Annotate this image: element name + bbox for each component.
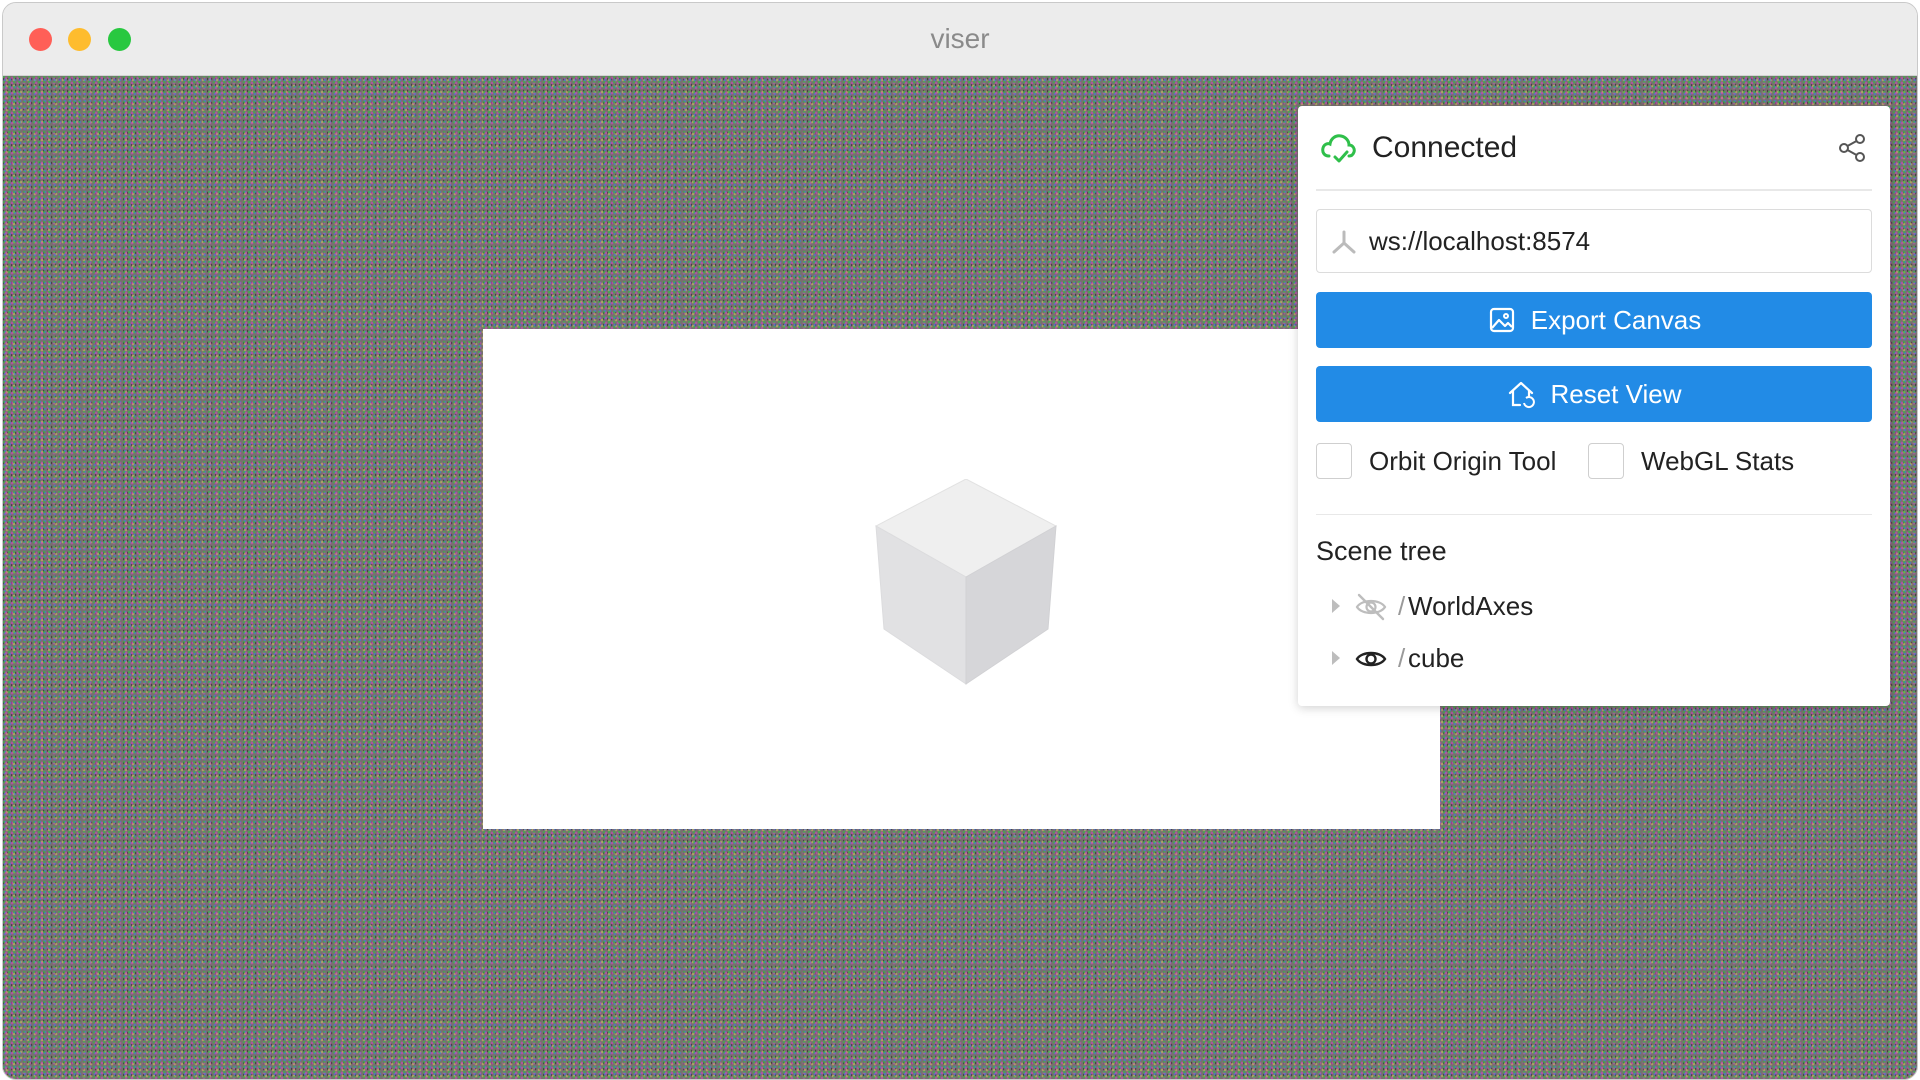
cube-object[interactable] [866,478,1066,699]
webgl-stats-label[interactable]: WebGL Stats [1641,446,1794,476]
title-bar: viser [3,3,1917,76]
tree-item-prefix: / [1398,643,1406,673]
section-divider [1316,514,1872,515]
export-canvas-button[interactable]: Export Canvas [1316,292,1872,348]
server-url-field[interactable]: ws://localhost:8574 [1316,209,1872,273]
viewer-background[interactable]: Connected ws://localhost:8574 Export Can… [3,76,1917,1079]
eye-icon[interactable] [1354,643,1388,675]
reset-view-label: Reset View [1550,378,1682,409]
expand-caret-icon[interactable] [1332,651,1340,665]
options-row: Orbit Origin Tool WebGL Stats [1316,443,1872,483]
tree-item-prefix: / [1398,591,1406,621]
image-icon [1489,307,1514,333]
share-icon[interactable] [1836,132,1868,164]
orbit-origin-tool-checkbox[interactable] [1316,443,1352,479]
status-label: Connected [1372,131,1518,164]
webgl-stats-checkbox[interactable] [1588,443,1624,479]
connection-status: Connected [1320,126,1872,170]
expand-caret-icon[interactable] [1332,599,1340,613]
render-canvas[interactable] [483,329,1440,829]
home-icon [1509,381,1536,409]
tree-item-label[interactable]: WorldAxes [1408,591,1533,621]
window-title: viser [930,23,990,54]
server-url-value[interactable]: ws://localhost:8574 [1369,226,1590,256]
eye-off-icon[interactable] [1354,591,1388,623]
app-window: viser Connected ws://localhost:8574 Expo… [2,2,1918,1080]
scene-tree-title: Scene tree [1316,536,1447,566]
control-panel: Connected ws://localhost:8574 Export Can… [1298,106,1890,706]
tree-item-label[interactable]: cube [1408,643,1464,673]
tree-item-worldaxes[interactable]: / WorldAxes [1316,587,1872,627]
plug-icon [1332,230,1356,254]
reset-view-button[interactable]: Reset View [1316,366,1872,422]
cloud-check-icon [1321,134,1356,163]
export-canvas-label: Export Canvas [1530,304,1702,335]
tree-item-cube[interactable]: / cube [1316,639,1872,679]
header-divider [1316,189,1872,191]
orbit-origin-tool-label[interactable]: Orbit Origin Tool [1369,446,1556,476]
